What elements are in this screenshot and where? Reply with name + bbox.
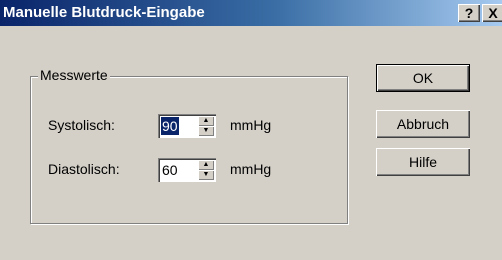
groupbox-label: Messwerte — [38, 67, 110, 83]
systolic-value[interactable]: 90 — [161, 117, 179, 135]
spin-down-icon[interactable]: ▼ — [198, 126, 214, 136]
systolic-spin-arrows: ▲ ▼ — [198, 116, 214, 136]
ok-button[interactable]: OK — [376, 64, 470, 92]
systolic-unit: mmHg — [230, 117, 272, 133]
help-title-button[interactable]: ? — [458, 4, 480, 22]
systolic-label: Systolisch: — [48, 117, 115, 133]
close-button[interactable]: X — [482, 4, 502, 22]
window-title: Manuelle Blutdruck-Eingabe — [3, 4, 205, 21]
diastolic-unit: mmHg — [230, 161, 272, 177]
systolic-spinbox[interactable]: 90 ▲ ▼ — [158, 114, 216, 138]
spin-up-icon[interactable]: ▲ — [198, 116, 214, 126]
dialog-window: Manuelle Blutdruck-Eingabe ? X Messwerte… — [0, 0, 502, 260]
title-bar[interactable]: Manuelle Blutdruck-Eingabe ? X — [0, 0, 502, 26]
spin-down-icon[interactable]: ▼ — [198, 170, 214, 180]
diastolic-value[interactable]: 60 — [161, 161, 179, 179]
diastolic-label: Diastolisch: — [48, 161, 120, 177]
cancel-button[interactable]: Abbruch — [376, 110, 470, 138]
help-button[interactable]: Hilfe — [376, 148, 470, 176]
measurements-groupbox — [30, 76, 348, 224]
spin-up-icon[interactable]: ▲ — [198, 160, 214, 170]
diastolic-spin-arrows: ▲ ▼ — [198, 160, 214, 180]
diastolic-spinbox[interactable]: 60 ▲ ▼ — [158, 158, 216, 182]
